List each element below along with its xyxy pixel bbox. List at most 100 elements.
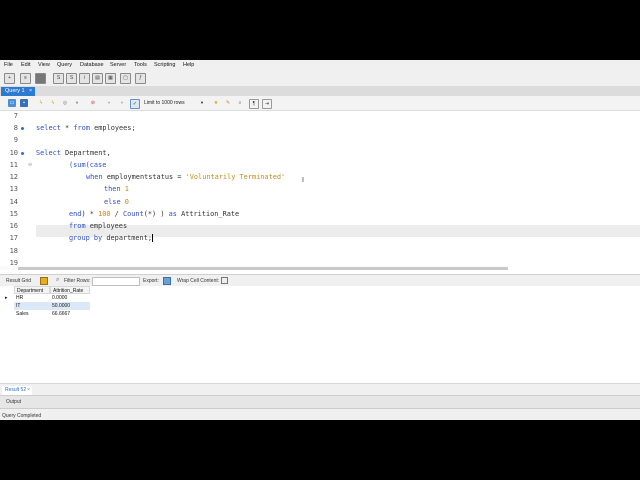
create-procedure-icon[interactable]: ƒ bbox=[135, 73, 146, 84]
menu-view[interactable]: View bbox=[38, 62, 50, 68]
mouse-cursor-icon: I bbox=[302, 177, 304, 184]
editor-horizontal-scrollbar[interactable] bbox=[0, 266, 508, 270]
tab-result-52[interactable]: Result 52 × bbox=[2, 386, 32, 395]
wrap-lines-icon[interactable]: ⇥ bbox=[262, 99, 272, 109]
execute-current-icon[interactable]: ϟ bbox=[49, 99, 57, 107]
code-line-13: then 1 bbox=[104, 185, 129, 193]
wrap-cell-label: Wrap Cell Content: bbox=[177, 278, 220, 284]
export-icon[interactable] bbox=[163, 277, 171, 285]
line-number: 10 bbox=[9, 149, 18, 157]
code-line-17: group by department; bbox=[69, 234, 154, 242]
create-view-icon[interactable]: ▢ bbox=[120, 73, 131, 84]
column-header-attrition-rate[interactable]: Attrition_Rate bbox=[50, 286, 90, 294]
line-number: 17 bbox=[9, 234, 18, 242]
result-tab-label: Result 52 bbox=[5, 387, 27, 393]
menu-scripting[interactable]: Scripting bbox=[154, 62, 175, 68]
workbench-window: File Edit View Query Database Server Too… bbox=[0, 60, 640, 420]
explain-icon[interactable]: ◎ bbox=[61, 99, 69, 107]
status-text: Query Completed bbox=[2, 413, 42, 419]
line-number: 15 bbox=[9, 210, 18, 218]
table-cell[interactable]: 0.0000 bbox=[50, 294, 90, 302]
statement-marker-icon bbox=[21, 127, 24, 130]
wrap-toggle-icon[interactable] bbox=[221, 277, 228, 284]
commit-icon[interactable]: ● bbox=[105, 99, 113, 107]
output-panel-header[interactable]: Output bbox=[0, 395, 640, 409]
manage-connections-icon[interactable]: ≡ bbox=[20, 73, 31, 84]
find-icon[interactable]: ⌕ bbox=[236, 99, 244, 107]
grid-icon[interactable] bbox=[40, 277, 48, 285]
line-number: 12 bbox=[9, 173, 18, 181]
server-icon[interactable] bbox=[35, 73, 46, 84]
scrollbar-thumb[interactable] bbox=[18, 267, 508, 270]
close-tab-icon[interactable]: × bbox=[29, 87, 32, 96]
status-bar: Query Completed bbox=[0, 408, 640, 420]
table-cell[interactable]: IT bbox=[14, 302, 50, 310]
code-line-15: end) * 100 / Count(*) ) as Attrition_Rat… bbox=[69, 210, 240, 218]
open-folder-icon[interactable]: ▭ bbox=[8, 99, 16, 107]
table-cell[interactable]: HR bbox=[14, 294, 50, 302]
table-cell[interactable]: 50.0000 bbox=[50, 302, 90, 310]
column-header-department[interactable]: Department bbox=[14, 286, 50, 294]
row-pointer-icon: ▸ bbox=[5, 295, 8, 301]
main-toolbar: + ≡ S S i ▤ ▦ ▢ ƒ bbox=[0, 71, 640, 86]
line-number: 18 bbox=[9, 247, 18, 255]
result-grid-label[interactable]: Result Grid bbox=[6, 278, 31, 284]
line-number: 14 bbox=[9, 198, 18, 206]
line-number: 8 bbox=[13, 124, 18, 132]
filter-rows-input[interactable] bbox=[92, 277, 140, 286]
menu-query[interactable]: Query bbox=[57, 62, 72, 68]
code-line-11: (sum(case bbox=[69, 161, 107, 169]
menu-edit[interactable]: Edit bbox=[21, 62, 30, 68]
create-table-icon[interactable]: ▦ bbox=[105, 73, 116, 84]
code-line-14: else 0 bbox=[104, 198, 129, 206]
sql-editor[interactable]: 7 8 9 10 11 12 13 14 15 16 17 18 19 ⊖ se… bbox=[0, 111, 640, 267]
menu-help[interactable]: Help bbox=[183, 62, 194, 68]
tab-query-1[interactable]: Query 1 × bbox=[1, 87, 35, 96]
line-number: 9 bbox=[13, 136, 18, 144]
statement-marker-icon bbox=[21, 152, 24, 155]
code-line-8: select * from employees; bbox=[36, 124, 136, 132]
menu-database[interactable]: Database bbox=[80, 62, 104, 68]
editor-toolbar: ▭ ▪ ϟ ϟ ◎ ● ⊘ ● ● ✓ Limit to 1000 rows ▼… bbox=[0, 96, 640, 111]
stop-on-error-icon[interactable]: ⊘ bbox=[89, 99, 97, 107]
close-result-tab-icon[interactable]: × bbox=[27, 386, 30, 395]
line-number: 11 bbox=[9, 161, 18, 169]
invisible-chars-icon[interactable]: ¶ bbox=[249, 99, 259, 109]
fold-marker-icon[interactable]: ⊖ bbox=[28, 162, 32, 168]
filter-icon: ⌕ bbox=[56, 277, 60, 283]
results-toolbar: Result Grid ⌕ Filter Rows: Export: Wrap … bbox=[0, 274, 640, 286]
stop-icon[interactable]: ● bbox=[73, 99, 81, 107]
table-cell[interactable]: Sales bbox=[14, 310, 50, 318]
save-icon[interactable]: ▪ bbox=[20, 99, 28, 107]
limit-rows-select[interactable]: Limit to 1000 rows ▼ bbox=[144, 99, 204, 107]
line-number: 13 bbox=[9, 185, 18, 193]
open-inspector-icon[interactable]: i bbox=[79, 73, 90, 84]
code-line-16: from employees bbox=[69, 222, 128, 230]
new-connection-icon[interactable]: + bbox=[4, 73, 15, 84]
export-label: Export: bbox=[143, 278, 159, 284]
chevron-down-icon: ▼ bbox=[200, 100, 204, 105]
menu-server[interactable]: Server bbox=[110, 62, 126, 68]
tab-bar: Query 1 × bbox=[0, 86, 640, 96]
new-sql-tab-icon[interactable]: S bbox=[53, 73, 64, 84]
menu-file[interactable]: File bbox=[4, 62, 13, 68]
line-gutter: 7 8 9 10 11 12 13 14 15 16 17 18 19 bbox=[0, 111, 22, 267]
output-label: Output bbox=[6, 399, 22, 405]
rollback-icon[interactable]: ● bbox=[118, 99, 126, 107]
filter-rows-label: Filter Rows: bbox=[64, 278, 91, 284]
line-number: 16 bbox=[9, 222, 18, 230]
execute-icon[interactable]: ϟ bbox=[37, 99, 45, 107]
code-line-10: Select Department, bbox=[36, 149, 111, 157]
menu-tools[interactable]: Tools bbox=[134, 62, 147, 68]
autocommit-toggle-icon[interactable]: ✓ bbox=[130, 99, 140, 109]
line-number: 7 bbox=[13, 112, 18, 120]
brush-icon[interactable]: ✎ bbox=[224, 99, 232, 107]
create-schema-icon[interactable]: ▤ bbox=[92, 73, 103, 84]
open-sql-file-icon[interactable]: S bbox=[66, 73, 77, 84]
limit-label: Limit to 1000 rows bbox=[144, 100, 185, 106]
code-line-12: when employmentstatus = 'Voluntarily Ter… bbox=[86, 173, 286, 181]
tab-label: Query 1 bbox=[5, 88, 25, 94]
beautify-icon[interactable]: ★ bbox=[212, 99, 220, 107]
table-cell[interactable]: 66.6667 bbox=[50, 310, 90, 318]
menu-bar: File Edit View Query Database Server Too… bbox=[0, 60, 640, 71]
